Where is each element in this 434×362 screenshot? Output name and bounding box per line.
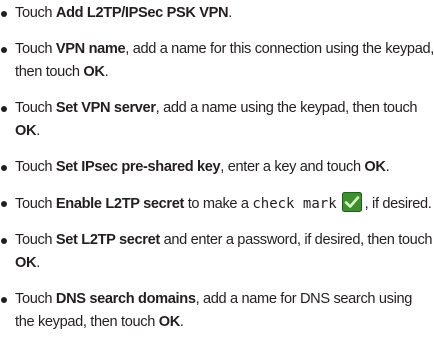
list-item: Touch Add L2TP/IPSec PSK VPN.	[0, 2, 434, 25]
step-text: and enter a password, if desired, then t…	[159, 232, 433, 248]
bold-ui-term: Add L2TP/IPSec PSK VPN	[55, 5, 229, 21]
step-text: Touch	[15, 159, 56, 175]
step-text: Touch	[15, 5, 56, 21]
step-text: .	[36, 123, 40, 139]
list-item: Touch DNS search domains, add a name for…	[0, 288, 434, 334]
step-text: Touch	[15, 291, 56, 307]
step-text: , enter a key and touch	[220, 159, 365, 175]
instruction-document: Touch Add L2TP/IPSec PSK VPN. Touch VPN n…	[0, 0, 434, 362]
bold-ui-term: Enable L2TP secret	[55, 196, 184, 212]
step-text: , add a name using the keypad, then touc…	[155, 100, 418, 116]
step-text: to make a	[184, 196, 253, 212]
bold-ui-term: OK	[15, 123, 37, 139]
vpn-setup-step-list: Touch Add L2TP/IPSec PSK VPN. Touch VPN n…	[0, 2, 434, 347]
step-text: Touch	[15, 100, 56, 116]
bold-ui-term: Set VPN server	[55, 100, 156, 116]
step-text: , if desired.	[364, 196, 432, 212]
step-text: .	[385, 159, 390, 175]
step-text: Touch	[15, 196, 56, 212]
list-item: Touch Enable L2TP secret to make a check…	[0, 192, 434, 216]
step-text: .	[104, 64, 109, 80]
bold-ui-term: OK	[364, 159, 386, 175]
step-text: .	[228, 5, 232, 21]
step-text: .	[179, 314, 184, 330]
bold-ui-term: OK	[158, 314, 181, 330]
check-mark-icon	[341, 192, 362, 212]
bold-ui-term: OK	[83, 64, 105, 80]
step-text: Touch	[15, 41, 56, 57]
step-text: Touch	[15, 232, 56, 248]
bold-ui-term: Set L2TP secret	[55, 232, 160, 248]
bold-ui-term: DNS search domains	[55, 291, 196, 307]
list-item: Touch Set IPsec pre-shared key, enter a …	[0, 156, 434, 179]
step-text: .	[36, 255, 40, 271]
bold-ui-term: Set IPsec pre-shared key	[55, 159, 221, 175]
list-item: Touch Set VPN server, add a name using t…	[0, 97, 434, 143]
bold-ui-term: OK	[15, 255, 37, 271]
list-item: Touch Set L2TP secret and enter a passwo…	[0, 229, 434, 275]
step-text: check mark	[252, 196, 337, 212]
list-item: Touch VPN name, add a name for this conn…	[0, 38, 434, 84]
bold-ui-term: VPN name	[55, 41, 126, 57]
